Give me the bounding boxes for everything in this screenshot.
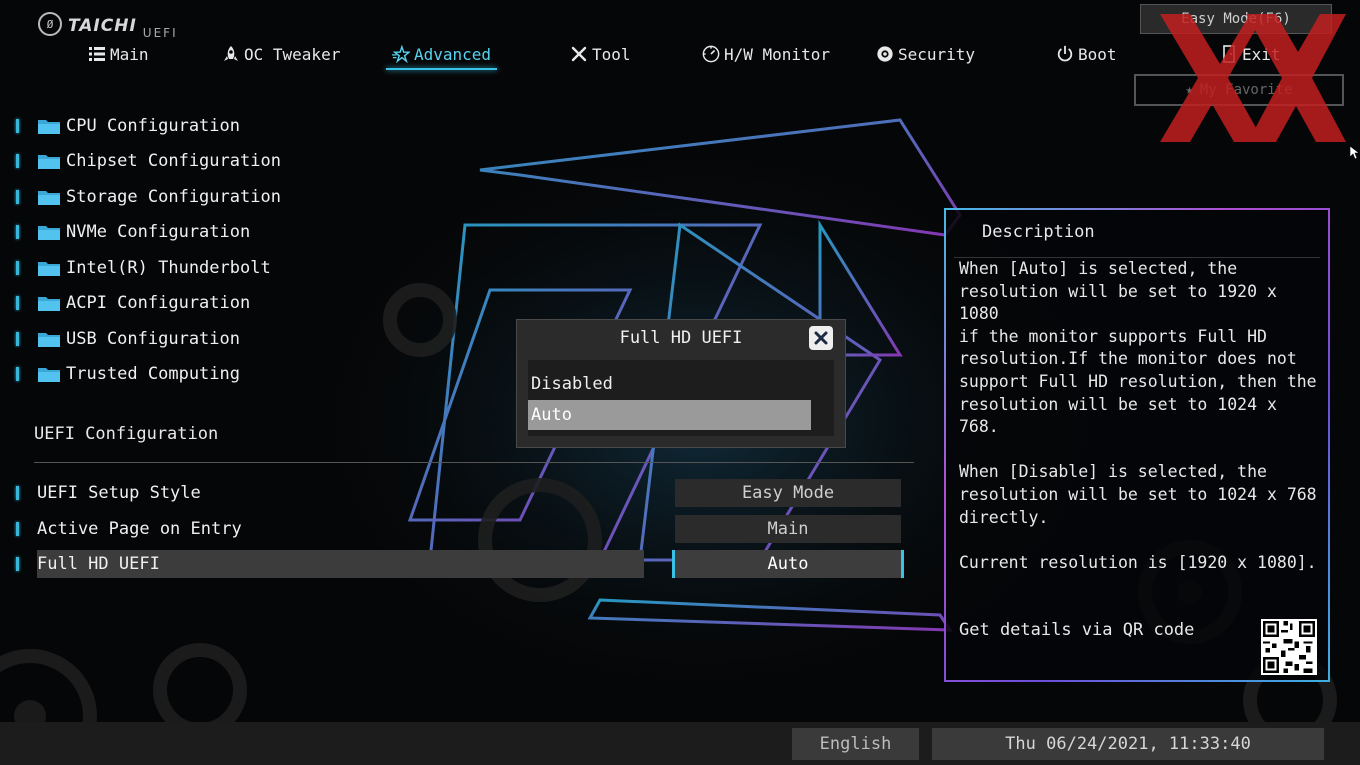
close-icon <box>814 331 828 345</box>
mouse-cursor-icon <box>1350 146 1360 160</box>
menu-item-label: Storage Configuration <box>66 187 281 207</box>
uefi-setup-style-value-button[interactable]: Easy Mode <box>675 479 901 507</box>
description-title: Description <box>982 222 1095 242</box>
menu-cpu-configuration[interactable]: CPU Configuration <box>16 113 240 139</box>
item-marker <box>16 296 19 310</box>
tab-security-label: Security <box>898 44 976 64</box>
item-marker <box>16 486 19 500</box>
tab-boot[interactable]: Boot <box>1056 42 1117 66</box>
tab-tool-label: Tool <box>592 44 631 64</box>
menu-item-label: CPU Configuration <box>66 116 240 136</box>
menu-item-label: NVMe Configuration <box>66 222 251 242</box>
active-page-value-button[interactable]: Main <box>675 515 901 543</box>
item-marker <box>16 154 19 168</box>
tab-advanced-label: Advanced <box>414 44 492 64</box>
monitor-icon <box>702 45 720 63</box>
tab-security[interactable]: Security <box>876 42 975 66</box>
star-icon <box>392 45 410 63</box>
full-hd-uefi-popup: Full HD UEFI Disabled Auto <box>516 319 846 448</box>
tab-main[interactable]: Main <box>88 42 149 66</box>
setting-label: Full HD UEFI <box>37 550 644 578</box>
tab-oc-tweaker-label: OC Tweaker <box>244 44 341 64</box>
tab-main-label: Main <box>110 44 149 64</box>
setting-full-hd-uefi[interactable]: Full HD UEFI <box>16 550 644 578</box>
power-icon <box>1056 45 1074 63</box>
menu-usb-configuration[interactable]: USB Configuration <box>16 326 240 352</box>
tab-hw-monitor[interactable]: H/W Monitor <box>702 42 830 66</box>
item-marker <box>16 190 19 204</box>
item-marker <box>16 261 19 275</box>
folder-icon <box>38 226 60 240</box>
shield-icon <box>876 45 894 63</box>
setting-active-page-on-entry[interactable]: Active Page on Entry <box>16 515 242 543</box>
description-panel: Description When [Auto] is selected, the… <box>944 208 1330 682</box>
folder-icon <box>38 120 60 134</box>
setting-label: Active Page on Entry <box>37 519 242 539</box>
setting-uefi-setup-style[interactable]: UEFI Setup Style <box>16 479 201 507</box>
option-disabled[interactable]: Disabled <box>528 369 811 399</box>
qr-code-label: Get details via QR code <box>959 620 1195 640</box>
folder-icon <box>38 333 60 347</box>
menu-intel-thunderbolt[interactable]: Intel(R) Thunderbolt <box>16 255 271 281</box>
menu-acpi-configuration[interactable]: ACPI Configuration <box>16 290 250 316</box>
folder-icon <box>38 191 60 205</box>
datetime-display: Thu 06/24/2021, 11:33:40 <box>932 728 1324 760</box>
item-marker <box>16 522 19 536</box>
folder-icon <box>38 368 60 382</box>
menu-chipset-configuration[interactable]: Chipset Configuration <box>16 148 281 174</box>
qr-code[interactable] <box>1261 619 1317 675</box>
full-hd-uefi-value-button[interactable]: Auto <box>672 550 904 578</box>
menu-item-label: ACPI Configuration <box>66 293 251 313</box>
menu-nvme-configuration[interactable]: NVMe Configuration <box>16 219 250 245</box>
tab-advanced[interactable]: Advanced <box>385 42 498 70</box>
item-marker <box>16 332 19 346</box>
taichi-logo-icon: Ø <box>38 12 62 36</box>
folder-icon <box>38 297 60 311</box>
logo-text: TAICHI <box>68 16 137 36</box>
menu-storage-configuration[interactable]: Storage Configuration <box>16 184 281 210</box>
language-button[interactable]: English <box>792 728 919 760</box>
item-marker <box>16 225 19 239</box>
popup-title: Full HD UEFI <box>619 328 743 348</box>
section-title: UEFI Configuration <box>34 424 219 444</box>
menu-item-label: Trusted Computing <box>66 364 240 384</box>
tab-tool[interactable]: Tool <box>570 42 631 66</box>
item-marker <box>16 367 19 381</box>
list-icon <box>88 45 106 63</box>
tab-hw-monitor-label: H/W Monitor <box>724 44 830 64</box>
logo-subtitle: UEFI <box>142 26 178 40</box>
close-button[interactable] <box>809 326 833 350</box>
description-text: When [Auto] is selected, the resolution … <box>959 259 1317 572</box>
setting-label: UEFI Setup Style <box>37 483 201 503</box>
folder-icon <box>38 262 60 276</box>
rocket-icon <box>222 45 240 63</box>
watermark-xx-logo <box>1160 14 1346 142</box>
tools-icon <box>570 45 588 63</box>
folder-icon <box>38 155 60 169</box>
option-auto[interactable]: Auto <box>528 400 811 430</box>
item-marker <box>16 119 19 133</box>
tab-oc-tweaker[interactable]: OC Tweaker <box>222 42 340 66</box>
item-marker <box>16 557 19 571</box>
menu-trusted-computing[interactable]: Trusted Computing <box>16 361 240 387</box>
section-divider <box>34 462 914 463</box>
tab-boot-label: Boot <box>1078 44 1117 64</box>
menu-item-label: Intel(R) Thunderbolt <box>66 258 271 278</box>
menu-item-label: USB Configuration <box>66 329 240 349</box>
menu-item-label: Chipset Configuration <box>66 151 281 171</box>
taichi-logo: Ø TAICHI UEFI <box>38 10 178 40</box>
